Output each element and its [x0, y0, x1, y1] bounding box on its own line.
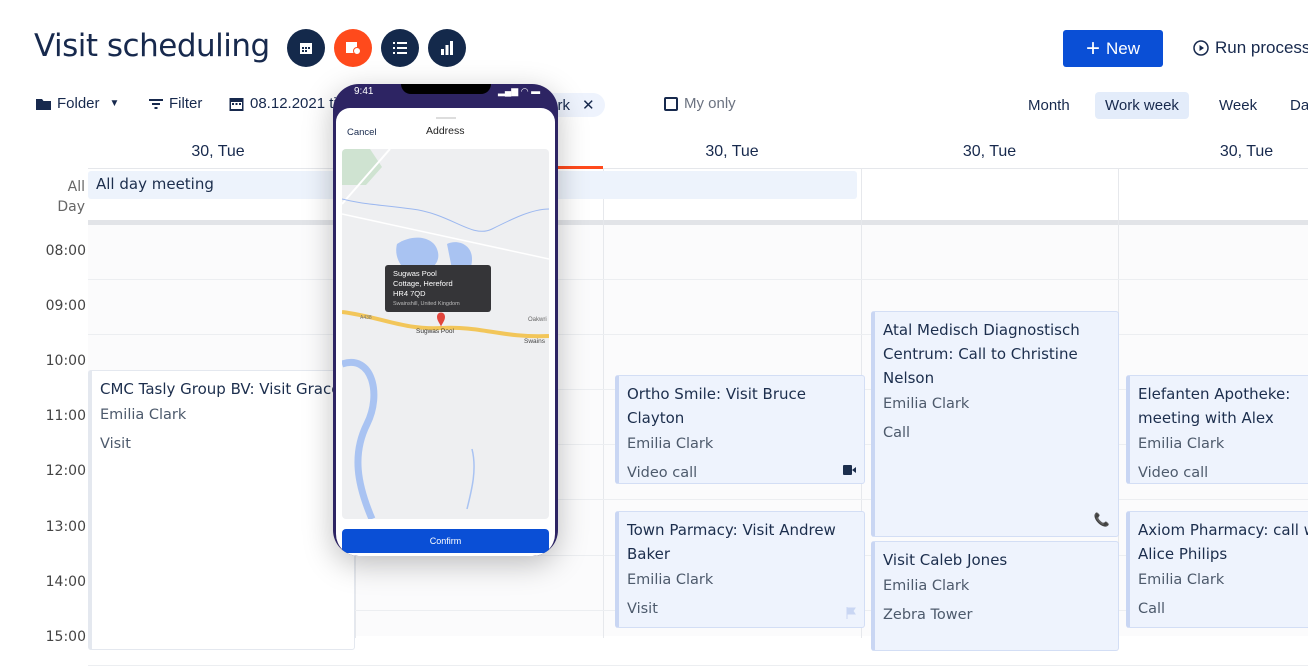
view-day[interactable]: Day [1280, 92, 1308, 119]
event-card[interactable]: Ortho Smile: Visit Bruce Clayton Emilia C… [615, 375, 865, 484]
map-view-button[interactable] [334, 29, 372, 67]
run-process-button[interactable]: Run process [1193, 38, 1308, 58]
calendar-location-icon [346, 42, 361, 55]
pin-label: Sugwas Pool [416, 328, 454, 335]
hour-label: 09:00 [45, 298, 86, 315]
checkbox-icon[interactable] [664, 96, 678, 111]
column-header: 30, Tue [705, 143, 759, 160]
calendar-view-button[interactable] [287, 29, 325, 67]
list-icon [393, 42, 407, 54]
column-header: 30, Tue [962, 143, 1017, 160]
today-indicator [555, 166, 603, 169]
confirm-button[interactable]: Confirm [342, 529, 549, 553]
caret-down-icon: ▼ [109, 98, 120, 109]
map-label: Oakwri [528, 317, 547, 323]
view-month[interactable]: Month [1018, 92, 1080, 119]
phone-icon: 📞 [1093, 512, 1110, 527]
folder-dropdown[interactable]: Folder ▼ [36, 95, 119, 112]
hour-label: 15:00 [45, 628, 86, 645]
hour-label: 13:00 [45, 518, 86, 535]
road-label: A438 [360, 315, 372, 321]
hour-label: 08:00 [45, 243, 86, 259]
hour-line [88, 279, 1308, 280]
hour-label: 12:00 [45, 463, 86, 480]
filter-icon [149, 98, 163, 109]
calendar-icon [300, 43, 312, 54]
play-circle-icon [1193, 40, 1209, 56]
event-card[interactable]: CMC Tasly Group BV: Visit Grace Emilia Cl… [88, 370, 355, 650]
flag-icon [846, 607, 856, 619]
status-icons: ▂▄▆ ◠ ▬ [498, 86, 541, 96]
view-week[interactable]: Week [1209, 92, 1267, 119]
phone-mockup: 9:41 ▂▄▆ ◠ ▬ Cancel Address Sugwas Pool C… [333, 84, 558, 556]
plus-icon: + [1085, 34, 1100, 62]
sheet-handle [436, 117, 456, 119]
date-range-picker[interactable]: 08.12.2021 ti [229, 95, 337, 112]
my-only-checkbox[interactable]: My only [664, 95, 736, 112]
video-icon [843, 465, 856, 475]
page-title: Visit scheduling [34, 28, 270, 64]
cancel-button[interactable]: Cancel [347, 127, 377, 138]
address-popup: Sugwas Pool Cottage, Hereford HR4 7QD Swain… [385, 265, 491, 312]
list-view-button[interactable] [381, 29, 419, 67]
event-card[interactable]: Atal Medisch Diagnostisch Centrum: Call … [871, 311, 1119, 537]
divider [88, 168, 1308, 169]
view-work-week[interactable]: Work week [1095, 92, 1189, 119]
status-time: 9:41 [354, 86, 374, 97]
map-pin-icon [437, 312, 445, 327]
hour-label: 14:00 [45, 573, 86, 590]
hour-label: 10:00 [45, 353, 86, 370]
filter-button[interactable]: Filter [149, 95, 202, 112]
folder-icon [36, 98, 51, 110]
close-icon[interactable]: ✕ [582, 96, 595, 114]
column-divider [603, 168, 604, 638]
bar-chart-icon [441, 41, 453, 55]
all-day-label: All Day [57, 179, 85, 215]
column-header: 30, Tue [191, 143, 245, 160]
column-header: 30, Tue [1219, 143, 1274, 160]
hour-label: 11:00 [45, 408, 86, 425]
new-button[interactable]: + New [1063, 30, 1163, 67]
map-label: Swains [524, 338, 545, 345]
event-card[interactable]: Axiom Pharmacy: call with Alice PhilipsE… [1126, 511, 1308, 628]
event-card[interactable]: Town Parmacy: Visit Andrew Baker Emilia C… [615, 511, 865, 628]
sheet-title: Address [426, 125, 465, 137]
calendar-icon [229, 98, 244, 111]
phone-notch [401, 84, 491, 94]
event-card[interactable]: Visit Caleb Jones Emilia Clark Zebra Tower [871, 541, 1119, 651]
hour-line [88, 334, 1308, 336]
map[interactable]: Sugwas Pool Cottage, Hereford HR4 7QD Swain… [342, 149, 549, 519]
event-card[interactable]: Elefanten Apotheke: meeting with Alex Emi… [1126, 375, 1308, 484]
chart-view-button[interactable] [428, 29, 466, 67]
